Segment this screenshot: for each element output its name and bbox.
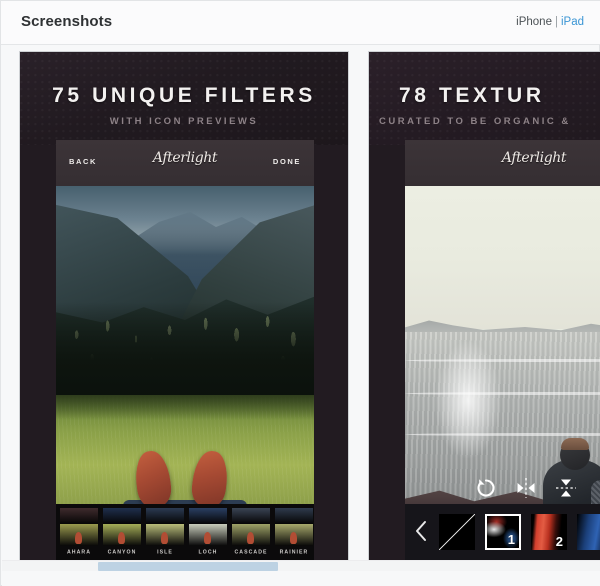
section-header: Screenshots iPhone | iPad xyxy=(1,1,600,45)
promo-banner-2: 78 TEXTUR CURATED TO BE ORGANIC & xyxy=(369,52,600,145)
filter-thumbnail[interactable] xyxy=(103,508,141,546)
device-toggle: iPhone | iPad xyxy=(516,16,584,28)
filter-thumbnail-subject xyxy=(204,532,212,544)
rotate-icon[interactable] xyxy=(473,475,499,501)
filter-thumbnail[interactable] xyxy=(146,508,184,546)
filter-thumbnail[interactable] xyxy=(232,508,270,546)
card-footer-padding xyxy=(2,571,600,586)
app-toolbar-2: Afterlight xyxy=(405,140,600,186)
filter-name-label: RAINIER xyxy=(279,549,309,555)
filter-thumbnail-subject xyxy=(247,532,255,544)
texture-number: 2 xyxy=(555,534,563,549)
app-screen-2: Afterlight 1 2 xyxy=(405,140,600,560)
filter-thumbnail-sky xyxy=(275,508,313,524)
texture-number: 1 xyxy=(507,532,515,547)
screenshots-card: Screenshots iPhone | iPad 75 UNIQUE FILTER… xyxy=(0,0,600,586)
filter-thumbnail-subject xyxy=(75,532,83,544)
device-option-iphone[interactable]: iPhone xyxy=(516,16,552,28)
photo-sky-2 xyxy=(405,186,600,329)
filter-thumbnail-sky xyxy=(60,508,98,524)
filter-thumbnail-subject xyxy=(290,532,298,544)
promo-subtitle-1: WITH ICON PREVIEWS xyxy=(109,116,259,127)
filter-thumbnail-sky xyxy=(189,508,227,524)
promo-title-2: 78 TEXTUR xyxy=(399,84,545,107)
promo-title-1: 75 UNIQUE FILTERS xyxy=(52,84,316,107)
texture-strip[interactable]: 1 2 xyxy=(405,504,600,560)
edit-toolbar[interactable] xyxy=(405,472,600,504)
device-option-ipad[interactable]: iPad xyxy=(561,16,584,28)
filter-thumbnail-sky xyxy=(103,508,141,524)
chevron-left-icon[interactable] xyxy=(414,520,428,547)
photo-grass xyxy=(56,395,314,508)
promo-banner-1: 75 UNIQUE FILTERS WITH ICON PREVIEWS xyxy=(20,52,348,145)
filter-thumbnail-sky xyxy=(232,508,270,524)
app-screen-1: BACK Afterlight DONE AHARA CANYON ISLE L… xyxy=(56,140,314,560)
photo-person-hat xyxy=(561,438,589,450)
texture-option-2[interactable]: 2 xyxy=(531,514,567,550)
filter-thumbnail-subject xyxy=(118,532,126,544)
texture-preview xyxy=(577,514,600,550)
horizontal-scrollbar-thumb[interactable] xyxy=(98,562,278,571)
texture-option-3[interactable] xyxy=(577,514,600,550)
flip-horizontal-icon[interactable] xyxy=(513,475,539,501)
filter-thumbnail[interactable] xyxy=(189,508,227,546)
photo-foreground-shadow xyxy=(56,301,314,399)
screenshot-gallery[interactable]: 75 UNIQUE FILTERS WITH ICON PREVIEWS BAC… xyxy=(1,45,600,560)
flip-vertical-icon[interactable] xyxy=(553,475,579,501)
afterlight-logo-2: Afterlight xyxy=(501,150,567,166)
promo-subtitle-2: CURATED TO BE ORGANIC & xyxy=(379,116,571,127)
page-title: Screenshots xyxy=(21,13,113,30)
texture-option-none[interactable] xyxy=(439,514,475,550)
app-toolbar-1: BACK Afterlight DONE xyxy=(56,140,314,186)
filter-thumbnail[interactable] xyxy=(275,508,313,546)
device-separator: | xyxy=(554,16,558,28)
screenshot-thumbnail-2[interactable]: 78 TEXTUR CURATED TO BE ORGANIC & Afterl… xyxy=(368,51,600,560)
filter-strip[interactable]: AHARA CANYON ISLE LOCH CASCADE RAINIER xyxy=(56,504,314,560)
done-button[interactable]: DONE xyxy=(273,157,301,166)
filter-thumbnail-sky xyxy=(146,508,184,524)
filter-thumbnail-subject xyxy=(161,532,169,544)
screenshot-thumbnail-1[interactable]: 75 UNIQUE FILTERS WITH ICON PREVIEWS BAC… xyxy=(19,51,349,560)
filter-thumbnail[interactable] xyxy=(60,508,98,546)
texture-option-1[interactable]: 1 xyxy=(485,514,521,550)
edited-photo-1 xyxy=(56,186,314,508)
photo-sea-spray xyxy=(435,342,501,458)
